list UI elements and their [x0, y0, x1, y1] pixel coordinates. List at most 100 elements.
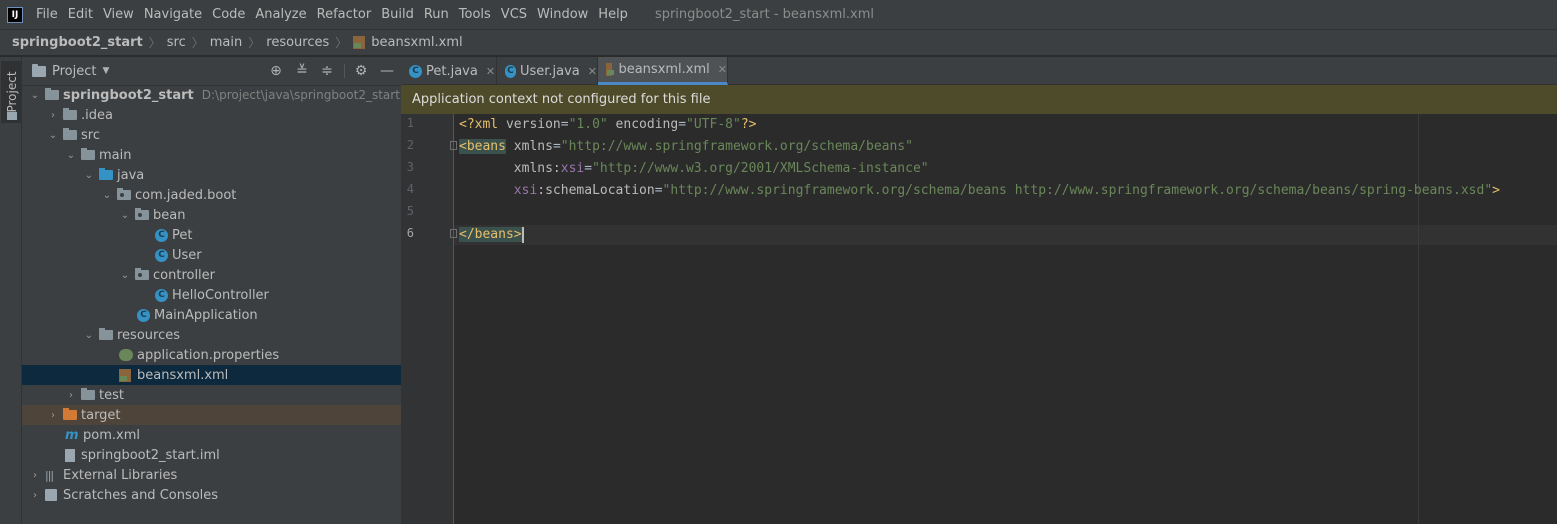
- chevron-down-icon[interactable]: ⌄: [119, 270, 131, 281]
- tree-item-src[interactable]: ⌄ src: [22, 125, 426, 145]
- tree-item-label: bean: [153, 207, 186, 223]
- library-icon: |||: [45, 468, 54, 482]
- tree-item-label: com.jaded.boot: [135, 187, 237, 203]
- line-number: 4: [406, 182, 414, 196]
- chevron-right-icon[interactable]: ›: [47, 110, 59, 121]
- editor: C Pet.java ✕ C User.java ✕ beansxml.xml …: [401, 57, 1557, 524]
- tab-pet-java[interactable]: C Pet.java ✕: [401, 57, 497, 85]
- close-icon[interactable]: ✕: [588, 65, 597, 78]
- caret-down-icon[interactable]: ▼: [102, 66, 109, 76]
- notification-banner: Application context not configured for t…: [401, 85, 1557, 114]
- project-panel-header: Project ▼ ⊕ ≚ ≑ ⚙ —: [22, 57, 401, 86]
- menu-tools[interactable]: Tools: [454, 7, 496, 22]
- line-number: 1: [406, 116, 414, 130]
- menu-help[interactable]: Help: [593, 7, 633, 22]
- chevron-down-icon[interactable]: ⌄: [83, 170, 95, 181]
- tree-item-main[interactable]: ⌄ main: [22, 145, 444, 165]
- fold-marker-icon[interactable]: [450, 229, 457, 238]
- chevron-right-icon[interactable]: ›: [29, 490, 41, 501]
- breadcrumb-resources[interactable]: resources: [266, 35, 329, 50]
- chevron-right-icon: 〉: [248, 36, 261, 50]
- breadcrumb-main[interactable]: main: [210, 35, 242, 50]
- menu-navigate[interactable]: Navigate: [139, 7, 207, 22]
- chevron-right-icon: 〉: [335, 36, 348, 50]
- tab-label: beansxml.xml: [618, 62, 710, 77]
- spring-xml-file-icon: [606, 63, 615, 76]
- project-folder-icon: [32, 63, 46, 77]
- close-icon[interactable]: ✕: [718, 63, 727, 76]
- gear-icon[interactable]: ⚙: [353, 63, 369, 79]
- package-icon: [135, 208, 149, 220]
- chevron-right-icon[interactable]: ›: [47, 410, 59, 421]
- menu-code[interactable]: Code: [207, 7, 250, 22]
- tree-item-target[interactable]: › target: [22, 405, 426, 425]
- chevron-down-icon[interactable]: ⌄: [65, 150, 77, 161]
- menu-window[interactable]: Window: [532, 7, 593, 22]
- collapse-all-icon[interactable]: ≑: [319, 63, 335, 79]
- tree-item-java[interactable]: ⌄ java: [22, 165, 462, 185]
- locate-target-icon[interactable]: ⊕: [268, 63, 284, 79]
- chevron-right-icon[interactable]: ›: [65, 390, 77, 401]
- tree-item-iml[interactable]: springboot2_start.iml: [22, 445, 444, 465]
- current-line-highlight: [454, 225, 1557, 245]
- chevron-down-icon[interactable]: ⌄: [47, 130, 59, 141]
- spring-xml-file-icon: [353, 36, 366, 49]
- tree-item-label: Scratches and Consoles: [63, 487, 219, 503]
- tree-item-resources[interactable]: ⌄ resources: [22, 325, 462, 345]
- menu-view[interactable]: View: [98, 7, 139, 22]
- toolbar-divider: [344, 64, 345, 78]
- scratches-icon: [45, 489, 57, 501]
- breadcrumb-project[interactable]: springboot2_start: [12, 35, 143, 50]
- breadcrumb-src[interactable]: src: [167, 35, 186, 50]
- expand-all-icon[interactable]: ≚: [294, 63, 310, 79]
- menu-edit[interactable]: Edit: [63, 7, 98, 22]
- chevron-down-icon[interactable]: ⌄: [83, 330, 95, 341]
- folder-icon: [81, 388, 95, 400]
- project-path: D:\project\java\springboot2_start: [201, 88, 400, 102]
- tree-item-external-libraries[interactable]: › ||| External Libraries: [22, 465, 408, 485]
- menu-run[interactable]: Run: [419, 7, 454, 22]
- chevron-right-icon[interactable]: ›: [29, 470, 41, 481]
- menu-bar: IJ File Edit View Navigate Code Analyze …: [0, 0, 1557, 29]
- maven-icon: m: [65, 427, 79, 443]
- folder-icon: [81, 148, 95, 160]
- menu-build[interactable]: Build: [376, 7, 419, 22]
- project-view-selector[interactable]: Project: [52, 64, 96, 79]
- tree-item-label: main: [99, 147, 132, 163]
- code-area[interactable]: <?xml version="1.0" encoding="UTF-8"?> <…: [450, 114, 1557, 524]
- module-file-icon: [65, 448, 75, 462]
- chevron-down-icon[interactable]: ⌄: [119, 210, 131, 221]
- breadcrumb-file[interactable]: beansxml.xml: [371, 35, 462, 50]
- menu-vcs[interactable]: VCS: [496, 7, 532, 22]
- chevron-down-icon[interactable]: ⌄: [29, 90, 41, 101]
- tree-item-scratches[interactable]: › Scratches and Consoles: [22, 485, 408, 505]
- hide-panel-icon[interactable]: —: [379, 63, 395, 79]
- tree-item-test[interactable]: › test: [22, 385, 444, 405]
- tree-item-root[interactable]: ⌄ springboot2_start D:\project\java\spri…: [22, 85, 408, 105]
- chevron-right-icon: 〉: [191, 36, 204, 50]
- code-line-6: </beans>: [450, 225, 524, 245]
- project-panel: Project ▼ ⊕ ≚ ≑ ⚙ — ⌄ springboot2_start …: [22, 57, 498, 524]
- tree-item-label: HelloController: [172, 287, 269, 303]
- code-line-3: xmlns:xsi="http://www.w3.org/2001/XMLSch…: [459, 161, 929, 176]
- tree-item-label: Pet: [172, 227, 193, 243]
- chevron-down-icon[interactable]: ⌄: [101, 190, 113, 201]
- project-tool-label: Project: [5, 71, 19, 113]
- line-number: 2: [406, 138, 414, 152]
- menu-refactor[interactable]: Refactor: [312, 7, 377, 22]
- fold-marker-icon[interactable]: [450, 141, 457, 150]
- tree-item-pom[interactable]: m pom.xml: [22, 425, 444, 445]
- tree-item-label: .idea: [81, 107, 113, 123]
- tab-user-java[interactable]: C User.java ✕: [497, 57, 598, 85]
- java-class-icon: C: [155, 248, 168, 262]
- java-class-icon: C: [155, 288, 168, 302]
- tab-beansxml[interactable]: beansxml.xml ✕: [598, 57, 728, 85]
- tree-item-idea[interactable]: › .idea: [22, 105, 426, 125]
- module-folder-icon: [45, 88, 59, 100]
- code-line-2: <beans xmlns="http://www.springframework…: [450, 137, 913, 157]
- close-icon[interactable]: ✕: [486, 65, 495, 78]
- menu-analyze[interactable]: Analyze: [250, 7, 311, 22]
- package-icon: [135, 268, 149, 280]
- project-tool-tab[interactable]: Project: [1, 61, 21, 123]
- menu-file[interactable]: File: [31, 7, 63, 22]
